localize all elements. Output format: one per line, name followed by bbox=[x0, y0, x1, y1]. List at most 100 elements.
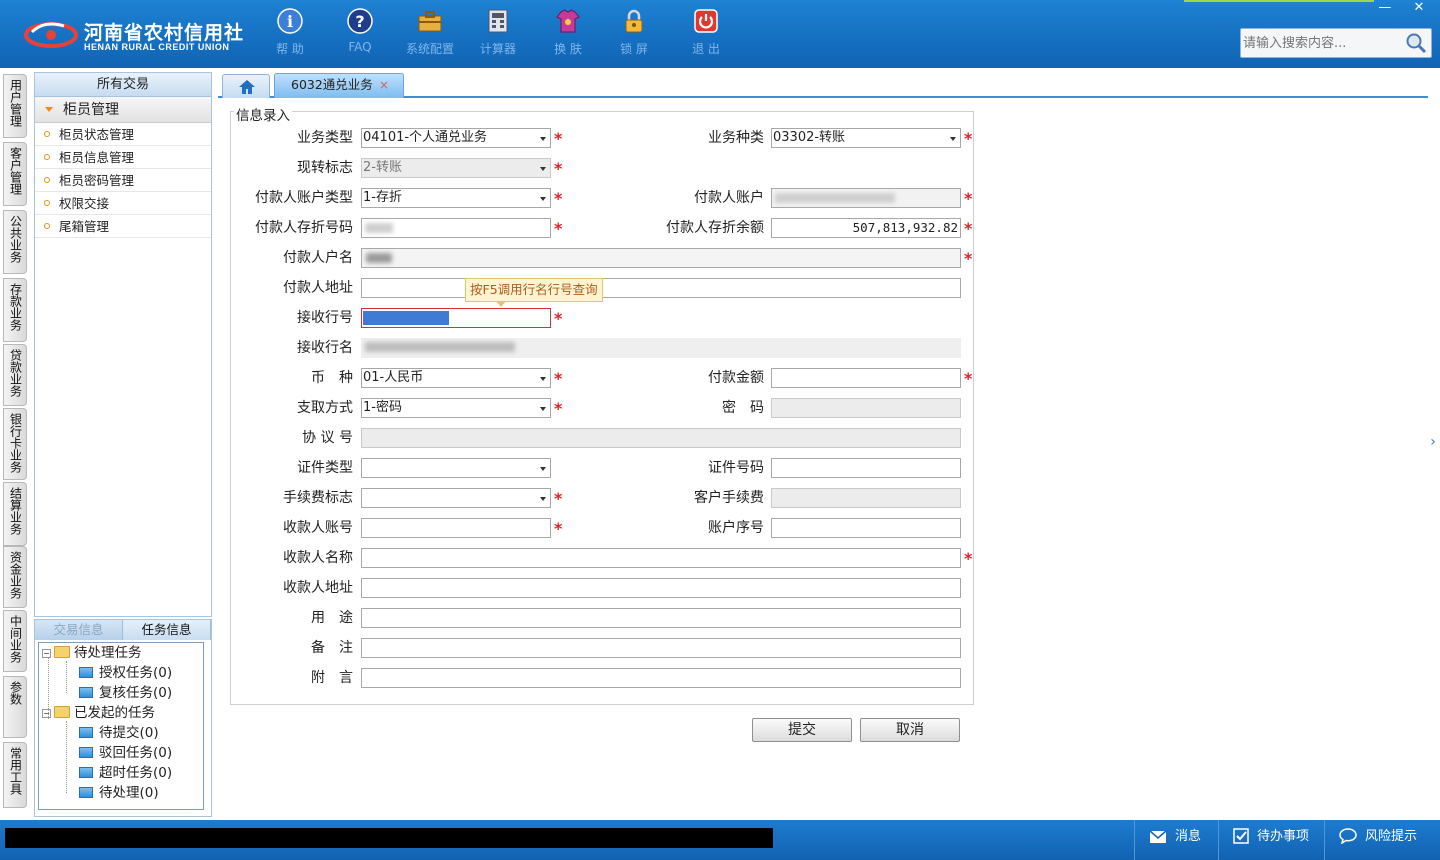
change-skin-label: 换 肤 bbox=[554, 42, 582, 56]
exit-button[interactable]: 退 出 bbox=[674, 8, 738, 60]
change-skin-button[interactable]: 换 肤 bbox=[536, 8, 600, 60]
close-tab-icon[interactable]: × bbox=[379, 74, 389, 96]
vtab-user-management[interactable]: 用户管理 bbox=[3, 74, 27, 138]
id-number-field[interactable] bbox=[771, 458, 961, 478]
nav-header[interactable]: 所有交易 bbox=[35, 73, 211, 97]
postscript-field[interactable] bbox=[361, 668, 961, 688]
help-icon: i bbox=[277, 8, 303, 34]
tree-node-pending-tasks[interactable]: − 待处理任务 bbox=[42, 644, 142, 662]
bullet-icon bbox=[44, 223, 50, 229]
collapse-toggle-icon[interactable]: − bbox=[42, 649, 51, 658]
payer-name-field[interactable] bbox=[361, 248, 961, 268]
close-window-button[interactable]: ✕ bbox=[1404, 1, 1434, 17]
vtab-customer-management[interactable]: 客户管理 bbox=[3, 142, 27, 206]
calculator-label: 计算器 bbox=[479, 42, 516, 56]
nav-item-tail-box[interactable]: 尾箱管理 bbox=[35, 215, 211, 238]
payment-amount-field[interactable] bbox=[771, 368, 961, 388]
cancel-button[interactable]: 取消 bbox=[860, 718, 960, 742]
fieldset-legend: 信息录入 bbox=[234, 104, 292, 124]
search-input[interactable] bbox=[1243, 32, 1403, 54]
id-type-select[interactable] bbox=[361, 458, 551, 478]
calculator-button[interactable]: 计算器 bbox=[466, 8, 530, 60]
f5-lookup-tooltip: 按F5调用行名行号查询 bbox=[465, 278, 603, 307]
customer-fee-field bbox=[771, 488, 961, 508]
tab-task-info[interactable]: 任务信息 bbox=[123, 620, 211, 640]
payer-passbook-no-field[interactable] bbox=[361, 218, 551, 238]
tab-tongdui-business[interactable]: 6032通兑业务 × bbox=[274, 73, 404, 98]
todo-button[interactable]: 待办事项 bbox=[1218, 820, 1322, 860]
biz-kind-select[interactable]: 03302-转账 bbox=[771, 128, 961, 148]
task-panel: 交易信息 任务信息 − 待处理任务 授权任务(0) 复核任务(0) − 已发起的任务… bbox=[34, 619, 212, 817]
expand-arrow-icon bbox=[45, 107, 53, 112]
vtab-intermediary-business[interactable]: 中间业务 bbox=[3, 610, 27, 672]
id-number-label: 证件号码 bbox=[708, 460, 764, 476]
logo-text-cn: 河南省农村信用社 bbox=[84, 22, 245, 44]
required-mark: * bbox=[964, 549, 973, 568]
tree-node-authorization-tasks[interactable]: 授权任务(0) bbox=[79, 664, 172, 682]
messages-button[interactable]: 消息 bbox=[1134, 820, 1216, 860]
search-icon[interactable] bbox=[1405, 32, 1427, 54]
nav-item-teller-info[interactable]: 柜员信息管理 bbox=[35, 146, 211, 169]
nav-group-teller-management[interactable]: 柜员管理 bbox=[35, 97, 211, 123]
required-mark: * bbox=[964, 369, 973, 388]
faq-button[interactable]: ? FAQ bbox=[328, 8, 392, 60]
tree-line bbox=[66, 661, 67, 693]
tree-node-review-tasks[interactable]: 复核任务(0) bbox=[79, 684, 172, 702]
tab-transaction-info[interactable]: 交易信息 bbox=[35, 620, 123, 640]
payee-address-field[interactable] bbox=[361, 578, 961, 598]
tree-node-to-submit[interactable]: 待提交(0) bbox=[79, 724, 159, 742]
nav-item-teller-status[interactable]: 柜员状态管理 bbox=[35, 123, 211, 146]
remark-field[interactable] bbox=[361, 638, 961, 658]
redacted-value bbox=[365, 342, 515, 352]
account-sequence-field[interactable] bbox=[771, 518, 961, 538]
biz-type-select[interactable]: 04101-个人通兑业务 bbox=[361, 128, 551, 148]
vtab-deposit-business[interactable]: 存款业务 bbox=[3, 278, 27, 342]
required-mark: * bbox=[554, 159, 563, 178]
logo-text-en: HENAN RURAL CREDIT UNION bbox=[84, 42, 230, 52]
risk-alert-button[interactable]: 风险提示 bbox=[1324, 820, 1440, 860]
tab-home[interactable] bbox=[222, 74, 270, 98]
tree-node-label: 驳回任务(0) bbox=[99, 745, 173, 761]
required-mark: * bbox=[964, 249, 973, 268]
purpose-field[interactable] bbox=[361, 608, 961, 628]
payer-account-type-select[interactable]: 1-存折 bbox=[361, 188, 551, 208]
receiving-bank-name-field bbox=[361, 338, 961, 358]
task-list-icon bbox=[79, 747, 93, 758]
lock-screen-button[interactable]: 锁 屏 bbox=[602, 8, 666, 60]
vtab-public-business[interactable]: 公共业务 bbox=[3, 210, 27, 274]
vtab-bank-card-business[interactable]: 银行卡业务 bbox=[3, 408, 27, 480]
currency-select[interactable]: 01-人民币 bbox=[361, 368, 551, 388]
payer-account-label: 付款人账户 bbox=[694, 190, 764, 206]
required-mark: * bbox=[554, 309, 563, 328]
tree-node-timeout-tasks[interactable]: 超时任务(0) bbox=[79, 764, 172, 782]
tree-node-to-process[interactable]: 待处理(0) bbox=[79, 784, 159, 802]
mail-icon bbox=[1149, 830, 1167, 843]
minimize-button[interactable]: — bbox=[1370, 1, 1400, 17]
vtab-fund-business[interactable]: 资金业务 bbox=[3, 546, 27, 608]
panel-expand-arrow-icon[interactable]: › bbox=[1428, 425, 1438, 459]
payer-address-field[interactable] bbox=[361, 278, 961, 298]
nav-item-teller-password[interactable]: 柜员密码管理 bbox=[35, 169, 211, 192]
nav-item-permission-handover[interactable]: 权限交接 bbox=[35, 192, 211, 215]
submit-button[interactable]: 提交 bbox=[752, 718, 852, 742]
fee-flag-select[interactable] bbox=[361, 488, 551, 508]
payee-name-field[interactable] bbox=[361, 548, 961, 568]
system-config-button[interactable]: 系统配置 bbox=[398, 8, 462, 60]
collapse-toggle-icon[interactable]: − bbox=[42, 709, 51, 718]
nav-item-label: 柜员密码管理 bbox=[59, 173, 135, 188]
folder-icon bbox=[54, 646, 70, 658]
receiving-bank-no-field[interactable] bbox=[361, 308, 551, 328]
vtab-loan-business[interactable]: 贷款业务 bbox=[3, 344, 27, 406]
withdraw-method-label: 支取方式 bbox=[297, 400, 353, 416]
vtab-common-tools[interactable]: 常用工具 bbox=[3, 742, 27, 808]
vtab-settlement-business[interactable]: 结算业务 bbox=[3, 482, 27, 546]
payer-account-field[interactable] bbox=[771, 188, 961, 208]
module-tabs: 用户管理 客户管理 公共业务 存款业务 贷款业务 银行卡业务 结算业务 资金业务… bbox=[0, 68, 30, 820]
withdraw-method-select[interactable]: 1-密码 bbox=[361, 398, 551, 418]
vtab-parameters[interactable]: 参数 bbox=[3, 676, 27, 738]
tree-node-initiated-tasks[interactable]: − 已发起的任务 bbox=[42, 704, 155, 722]
tree-node-rejected-tasks[interactable]: 驳回任务(0) bbox=[79, 744, 172, 762]
help-button[interactable]: i 帮 助 bbox=[258, 8, 322, 60]
calculator-icon bbox=[488, 9, 508, 33]
payee-account-field[interactable] bbox=[361, 518, 551, 538]
